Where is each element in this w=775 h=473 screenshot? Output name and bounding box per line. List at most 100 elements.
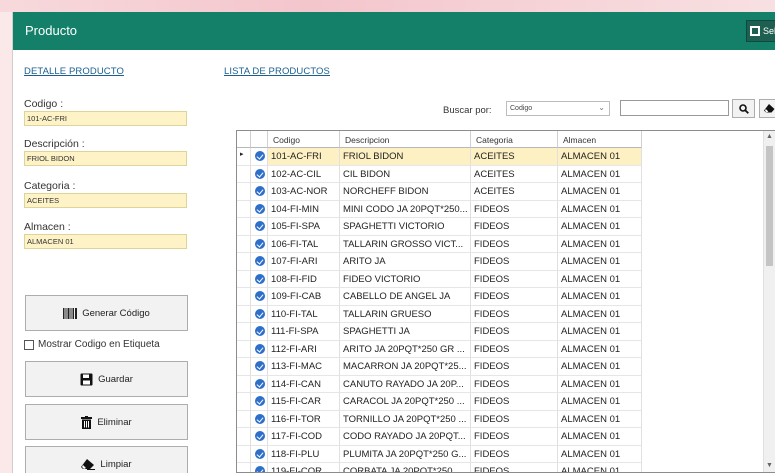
table-row[interactable]: 106-FI-TAL TALLARIN GROSSO VICT... FIDEOS A… (237, 235, 642, 253)
row-indicator[interactable] (237, 218, 251, 236)
row-check-cell[interactable] (251, 235, 268, 253)
row-check-cell[interactable] (251, 305, 268, 323)
table-row[interactable]: 112-FI-ARI ARITO JA 20PQT*250 GR ... FIDEO… (237, 340, 642, 358)
table-row[interactable]: ▸ 101-AC-FRI FRIOL BIDON ACEITES ALMACEN 01 (237, 148, 642, 166)
cell-categoria[interactable]: FIDEOS (471, 428, 558, 446)
row-indicator[interactable] (237, 375, 251, 393)
cell-codigo[interactable]: 113-FI-MAC (268, 358, 340, 376)
cell-codigo[interactable]: 105-FI-SPA (268, 218, 340, 236)
cell-codigo[interactable]: 104-FI-MIN (268, 200, 340, 218)
almacen-field[interactable]: ALMACEN 01 (24, 234, 187, 249)
cell-codigo[interactable]: 116-FI-TOR (268, 410, 340, 428)
header-codigo[interactable]: Codigo (268, 131, 340, 148)
cell-descripcion[interactable]: MINI CODO JA 20PQT*250... (340, 200, 471, 218)
cell-categoria[interactable]: FIDEOS (471, 358, 558, 376)
table-row[interactable]: 108-FI-FID FIDEO VICTORIO FIDEOS ALMACEN 01 (237, 270, 642, 288)
codigo-field[interactable]: 101-AC-FRI (24, 111, 187, 126)
cell-almacen[interactable]: ALMACEN 01 (558, 148, 642, 166)
cell-categoria[interactable]: FIDEOS (471, 445, 558, 463)
cell-categoria[interactable]: FIDEOS (471, 410, 558, 428)
mostrar-codigo-checkbox[interactable]: Mostrar Codigo en Etiqueta (24, 339, 160, 350)
row-indicator[interactable] (237, 323, 251, 341)
table-row[interactable]: 115-FI-CAR CARACOL JA 20PQT*250 ... FIDEOS… (237, 393, 642, 411)
cell-almacen[interactable]: ALMACEN 01 (558, 183, 642, 201)
header-categoria[interactable]: Categoria (471, 131, 558, 148)
cell-codigo[interactable]: 118-FI-PLU (268, 445, 340, 463)
row-check-cell[interactable] (251, 288, 268, 306)
cell-codigo[interactable]: 110-FI-TAL (268, 305, 340, 323)
cell-codigo[interactable]: 102-AC-CIL (268, 165, 340, 183)
row-check-cell[interactable] (251, 200, 268, 218)
categoria-field[interactable]: ACEITES (24, 193, 187, 208)
cell-almacen[interactable]: ALMACEN 01 (558, 393, 642, 411)
cell-almacen[interactable]: ALMACEN 01 (558, 218, 642, 236)
cell-descripcion[interactable]: ARITO JA (340, 253, 471, 271)
header-descripcion[interactable]: Descripcion (340, 131, 471, 148)
row-check-cell[interactable] (251, 270, 268, 288)
cell-almacen[interactable]: ALMACEN 01 (558, 323, 642, 341)
cell-categoria[interactable]: ACEITES (471, 165, 558, 183)
table-row[interactable]: 117-FI-COD CODO RAYADO JA 20PQT... FIDEOS A… (237, 428, 642, 446)
scroll-thumb[interactable] (766, 146, 773, 266)
vertical-scrollbar[interactable]: ▲ ▼ (763, 131, 775, 472)
cell-almacen[interactable]: ALMACEN 01 (558, 445, 642, 463)
cell-descripcion[interactable]: CIL BIDON (340, 165, 471, 183)
cell-codigo[interactable]: 109-FI-CAB (268, 288, 340, 306)
cell-categoria[interactable]: FIDEOS (471, 270, 558, 288)
row-indicator[interactable] (237, 305, 251, 323)
cell-almacen[interactable]: ALMACEN 01 (558, 165, 642, 183)
row-indicator[interactable] (237, 340, 251, 358)
row-indicator[interactable] (237, 165, 251, 183)
cell-almacen[interactable]: ALMACEN 01 (558, 253, 642, 271)
cell-descripcion[interactable]: TORNILLO JA 20PQT*250 ... (340, 410, 471, 428)
cell-categoria[interactable]: FIDEOS (471, 305, 558, 323)
row-check-cell[interactable] (251, 323, 268, 341)
row-indicator[interactable] (237, 445, 251, 463)
row-check-cell[interactable] (251, 445, 268, 463)
productos-grid[interactable]: Codigo Descripcion Categoria Almacen ▸ 10… (236, 130, 775, 473)
row-indicator[interactable] (237, 463, 251, 472)
cell-categoria[interactable]: FIDEOS (471, 393, 558, 411)
cell-almacen[interactable]: ALMACEN 01 (558, 235, 642, 253)
cell-categoria[interactable]: FIDEOS (471, 200, 558, 218)
row-check-cell[interactable] (251, 218, 268, 236)
row-check-cell[interactable] (251, 410, 268, 428)
cell-codigo[interactable]: 117-FI-COD (268, 428, 340, 446)
table-row[interactable]: 102-AC-CIL CIL BIDON ACEITES ALMACEN 01 (237, 165, 642, 183)
row-check-cell[interactable] (251, 165, 268, 183)
cell-descripcion[interactable]: SPAGHETTI JA (340, 323, 471, 341)
cell-categoria[interactable]: FIDEOS (471, 323, 558, 341)
row-check-cell[interactable] (251, 428, 268, 446)
cell-almacen[interactable]: ALMACEN 01 (558, 463, 642, 472)
row-check-cell[interactable] (251, 253, 268, 271)
table-row[interactable]: 103-AC-NOR NORCHEFF BIDON ACEITES ALMACEN 0… (237, 183, 642, 201)
cell-descripcion[interactable]: FIDEO VICTORIO (340, 270, 471, 288)
cell-categoria[interactable]: ACEITES (471, 183, 558, 201)
header-almacen[interactable]: Almacen (558, 131, 642, 148)
table-row[interactable]: 110-FI-TAL TALLARIN GRUESO FIDEOS ALMACEN 0… (237, 305, 642, 323)
cell-descripcion[interactable]: CORBATA JA 20PQT*250 (340, 463, 471, 472)
cell-almacen[interactable]: ALMACEN 01 (558, 288, 642, 306)
table-row[interactable]: 111-FI-SPA SPAGHETTI JA FIDEOS ALMACEN 01 (237, 323, 642, 341)
search-button[interactable] (732, 99, 755, 118)
table-row[interactable]: 116-FI-TOR TORNILLO JA 20PQT*250 ... FIDEO… (237, 410, 642, 428)
table-row[interactable]: 107-FI-ARI ARITO JA FIDEOS ALMACEN 01 (237, 253, 642, 271)
cell-descripcion[interactable]: CANUTO RAYADO JA 20P... (340, 375, 471, 393)
guardar-button[interactable]: Guardar (25, 361, 188, 397)
row-indicator[interactable] (237, 410, 251, 428)
row-check-cell[interactable] (251, 340, 268, 358)
cell-codigo[interactable]: 106-FI-TAL (268, 235, 340, 253)
cell-descripcion[interactable]: SPAGHETTI VICTORIO (340, 218, 471, 236)
table-row[interactable]: 113-FI-MAC MACARRON JA 20PQT*25... FIDEOS A… (237, 358, 642, 376)
cell-almacen[interactable]: ALMACEN 01 (558, 340, 642, 358)
cell-almacen[interactable]: ALMACEN 01 (558, 358, 642, 376)
cell-descripcion[interactable]: NORCHEFF BIDON (340, 183, 471, 201)
cell-categoria[interactable]: FIDEOS (471, 375, 558, 393)
row-indicator[interactable] (237, 428, 251, 446)
row-check-cell[interactable] (251, 375, 268, 393)
cell-codigo[interactable]: 112-FI-ARI (268, 340, 340, 358)
row-check-cell[interactable] (251, 463, 268, 472)
clear-search-button[interactable] (759, 99, 775, 118)
limpiar-button[interactable]: Limpiar (25, 446, 188, 473)
cell-codigo[interactable]: 119-FI-COR (268, 463, 340, 472)
